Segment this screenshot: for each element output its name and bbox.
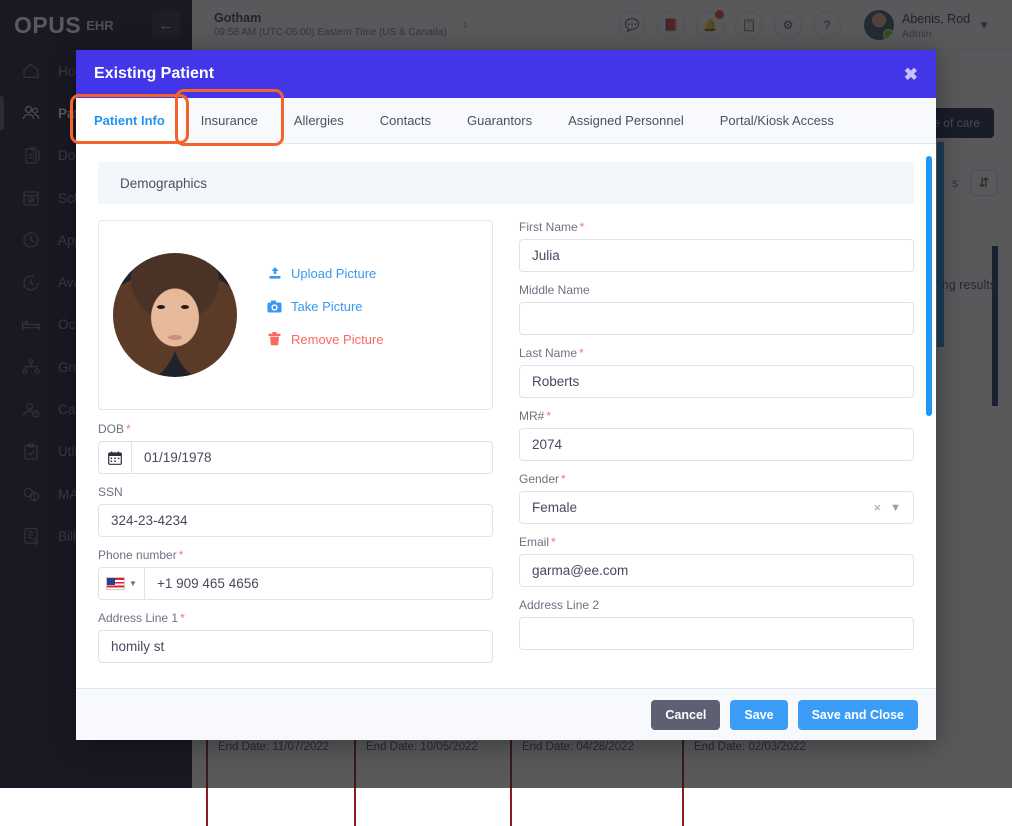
camera-icon	[267, 299, 282, 314]
upload-picture-label: Upload Picture	[291, 265, 377, 281]
email-input[interactable]: garma@ee.com	[519, 554, 914, 587]
first-name-field: First Name * Julia	[519, 220, 914, 272]
existing-patient-modal: Existing Patient ✖ Patient Info Insurance…	[70, 50, 936, 740]
us-flag-icon	[106, 577, 126, 590]
required-marker: *	[579, 220, 585, 234]
gender-select[interactable]: Female × ▼	[519, 491, 914, 524]
gender-field: Gender * Female × ▼	[519, 472, 914, 524]
calendar-icon[interactable]	[99, 441, 132, 474]
address-line-1-input[interactable]: homily st	[98, 630, 493, 663]
save-and-close-button[interactable]: Save and Close	[797, 699, 918, 730]
required-marker: *	[180, 611, 185, 625]
tab-assigned-personnel[interactable]: Assigned Personnel	[550, 98, 702, 143]
address-line-1-label-text: Address Line 1	[98, 611, 179, 625]
tab-contacts[interactable]: Contacts	[362, 98, 449, 143]
gender-label-text: Gender	[519, 472, 560, 486]
required-marker: *	[561, 472, 566, 486]
form-right-column: First Name * Julia Middle Name Last Name *…	[519, 220, 914, 674]
ssn-field: SSN 324-23-4234	[98, 485, 493, 537]
dob-value: 01/19/1978	[144, 450, 212, 465]
gender-value: Female	[532, 500, 578, 515]
take-picture-label: Take Picture	[291, 298, 363, 314]
required-marker: *	[126, 422, 131, 436]
tab-guarantors[interactable]: Guarantors	[449, 98, 550, 143]
address-line-1-field: Address Line 1 * homily st	[98, 611, 493, 663]
last-name-field: Last Name * Roberts	[519, 346, 914, 398]
photo-action-list: Upload Picture Take Picture Remove Pictu…	[267, 266, 383, 365]
first-name-input[interactable]: Julia	[519, 239, 914, 272]
tab-insurance[interactable]: Insurance	[183, 98, 276, 143]
dob-label: DOB *	[98, 422, 493, 436]
phone-value: +1 909 465 4656	[157, 576, 259, 591]
required-marker: *	[178, 548, 184, 562]
last-name-input[interactable]: Roberts	[519, 365, 914, 398]
email-field: Email * garma@ee.com	[519, 535, 914, 587]
upload-picture-button[interactable]: Upload Picture	[267, 266, 383, 281]
patient-photo-card: Upload Picture Take Picture Remove Pictu…	[98, 220, 493, 410]
modal-scrollbar[interactable]	[926, 156, 932, 416]
patient-form: Upload Picture Take Picture Remove Pictu…	[98, 220, 914, 674]
last-name-label-text: Last Name	[519, 346, 578, 360]
email-label: Email *	[519, 535, 914, 549]
modal-body: Demographics Upload Picture Take Picture…	[76, 144, 936, 688]
middle-name-input[interactable]	[519, 302, 914, 335]
application-root: OPUS EHR HomePatientsDocumentsScheduling…	[0, 0, 1012, 826]
phone-label-text: Phone number	[98, 548, 177, 562]
gender-label: Gender *	[519, 472, 914, 486]
phone-input[interactable]: ▼ +1 909 465 4656	[98, 567, 493, 600]
chevron-down-icon[interactable]: ▼	[890, 502, 901, 514]
address-line-2-label: Address Line 2	[519, 598, 600, 612]
dob-label-text: DOB	[98, 422, 125, 436]
save-button[interactable]: Save	[730, 699, 788, 730]
upload-icon	[267, 266, 282, 281]
tab-patient-info[interactable]: Patient Info	[76, 98, 183, 144]
close-icon[interactable]: ✖	[904, 66, 918, 83]
required-marker: *	[579, 346, 584, 360]
tab-portal-kiosk-access[interactable]: Portal/Kiosk Access	[702, 98, 852, 143]
gender-select-icons: × ▼	[874, 500, 901, 515]
first-name-label-text: First Name	[519, 220, 578, 234]
modal-header: Existing Patient ✖	[76, 50, 936, 98]
chevron-down-icon: ▼	[129, 579, 137, 588]
middle-name-field: Middle Name	[519, 283, 914, 335]
mrn-label: MR# *	[519, 409, 914, 423]
ssn-input[interactable]: 324-23-4234	[98, 504, 493, 537]
clear-icon[interactable]: ×	[874, 500, 882, 515]
trash-icon	[267, 332, 282, 347]
cancel-button[interactable]: Cancel	[651, 699, 721, 730]
dob-input[interactable]: 01/19/1978	[98, 441, 493, 474]
mrn-label-text: MR#	[519, 409, 545, 423]
dob-field: DOB * 01/19/1978	[98, 422, 493, 474]
modal-footer: Cancel Save Save and Close	[76, 688, 936, 740]
modal-title: Existing Patient	[94, 65, 215, 82]
country-selector[interactable]: ▼	[99, 567, 145, 600]
address-line-2-input[interactable]	[519, 617, 914, 650]
patient-avatar	[113, 253, 237, 377]
tab-allergies[interactable]: Allergies	[276, 98, 362, 143]
form-left-column: Upload Picture Take Picture Remove Pictu…	[98, 220, 493, 674]
ssn-label: SSN	[98, 485, 123, 499]
phone-field: Phone number * ▼ +1 909 465 4656	[98, 548, 493, 600]
address-line-2-field: Address Line 2	[519, 598, 914, 650]
address-line-1-label: Address Line 1 *	[98, 611, 493, 625]
last-name-label: Last Name *	[519, 346, 914, 360]
mrn-field: MR# * 2074	[519, 409, 914, 461]
take-picture-button[interactable]: Take Picture	[267, 299, 383, 314]
required-marker: *	[551, 535, 556, 549]
required-marker: *	[546, 409, 552, 423]
mrn-input[interactable]: 2074	[519, 428, 914, 461]
demographics-section-header: Demographics	[98, 162, 914, 204]
first-name-label: First Name *	[519, 220, 914, 234]
remove-picture-label: Remove Picture	[291, 331, 384, 347]
middle-name-label: Middle Name	[519, 283, 590, 297]
phone-label: Phone number *	[98, 548, 493, 562]
remove-picture-button[interactable]: Remove Picture	[267, 332, 383, 347]
email-label-text: Email	[519, 535, 550, 549]
modal-tab-bar: Patient Info Insurance Allergies Contacts Gu…	[70, 89, 936, 146]
